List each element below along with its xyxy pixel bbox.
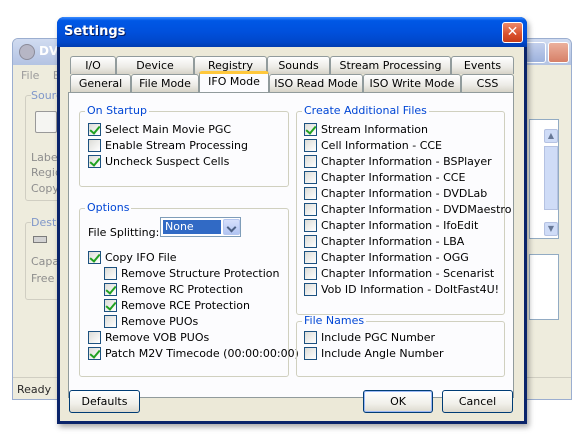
remove-rce-protection-checkbox[interactable]: Remove RCE Protection [104,298,250,312]
enable-stream-processing-checkbox[interactable]: Enable Stream Processing [88,138,248,152]
checkbox-checked-icon [104,298,117,312]
checkbox-unchecked-icon [304,330,317,344]
cancel-button[interactable]: Cancel [442,390,513,413]
remove-vob-puos-checkbox[interactable]: Remove VOB PUOs [88,330,209,344]
chapter-information-dvdlab-checkbox[interactable]: Chapter Information - DVDLab [304,186,487,200]
hard-drive-icon [33,236,47,243]
include-pgc-number-checkbox[interactable]: Include PGC Number [304,330,435,344]
settings-title: Settings [64,24,126,39]
settings-title-bar[interactable]: Settings ✕ [57,17,527,47]
remove-structure-protection-checkbox[interactable]: Remove Structure Protection [104,266,279,280]
file-names-title: File Names [302,314,367,327]
copy-text: Copy [31,182,59,195]
chapter-information-scenarist-checkbox[interactable]: Chapter Information - Scenarist [304,266,494,280]
scroll-down-icon[interactable]: ▼ [544,222,558,236]
menu-file[interactable]: File [21,69,39,82]
chapter-information-bsplayer-checkbox[interactable]: Chapter Information - BSPlayer [304,154,492,168]
checkbox-unchecked-icon [304,250,317,264]
tab-css[interactable]: CSS [461,74,514,92]
defaults-button[interactable]: Defaults [69,390,140,413]
maximize-icon[interactable] [525,42,546,63]
remove-rc-protection-checkbox[interactable]: Remove RC Protection [104,282,243,296]
checkbox-unchecked-icon [304,218,317,232]
capacity-text: Capa [31,255,60,268]
stream-information-checkbox[interactable]: Stream Information [304,122,428,136]
select-main-movie-pgc-checkbox[interactable]: Select Main Movie PGC [88,122,231,136]
tab-general[interactable]: General [70,74,131,92]
status-text: Ready [17,383,52,396]
checkbox-checked-icon [88,122,101,136]
checkbox-unchecked-icon [304,282,317,296]
checkbox-checked-icon [304,122,317,136]
tab-iso-write-mode[interactable]: ISO Write Mode [363,74,461,92]
checkbox-unchecked-icon [88,138,101,152]
checkbox-unchecked-icon [304,138,317,152]
checkbox-unchecked-icon [104,314,117,328]
checkbox-checked-icon [88,250,101,264]
background-list-box [529,254,559,320]
checkbox-unchecked-icon [88,330,101,344]
chapter-information-lba-checkbox[interactable]: Chapter Information - LBA [304,234,464,248]
tab-file-mode[interactable]: File Mode [131,74,199,92]
remove-puos-checkbox[interactable]: Remove PUOs [104,314,198,328]
close-icon: ✕ [506,24,519,40]
chapter-information-ifoedit-checkbox[interactable]: Chapter Information - IfoEdit [304,218,478,232]
checkbox-checked-icon [88,154,101,168]
file-splitting-dropdown[interactable]: None [160,217,241,237]
file-splitting-value: None [163,220,221,234]
destination-label: Desti [31,216,60,229]
tab-io[interactable]: I/O [70,56,116,74]
free-text: Free [31,272,55,285]
checkbox-unchecked-icon [104,266,117,280]
checkbox-unchecked-icon [304,202,317,216]
patch-m2v-timecode-checkbox[interactable]: Patch M2V Timecode (00:00:00:00) [88,346,299,360]
source-drive-icon[interactable] [35,111,57,133]
checkbox-unchecked-icon [304,266,317,280]
close-button[interactable]: ✕ [502,22,523,43]
disc-app-icon [19,44,35,60]
checkbox-checked-icon [104,282,117,296]
tab-stream-processing[interactable]: Stream Processing [330,56,451,74]
copy-ifo-file-checkbox[interactable]: Copy IFO File [88,250,177,264]
checkbox-unchecked-icon [304,170,317,184]
include-angle-number-checkbox[interactable]: Include Angle Number [304,346,444,360]
cell-information-cce-checkbox[interactable]: Cell Information - CCE [304,138,442,152]
ok-button[interactable]: OK [363,390,433,413]
settings-client-area: I/O Device Registry Sounds Stream Proces… [60,47,524,421]
tab-iso-read-mode[interactable]: ISO Read Mode [269,74,363,92]
checkbox-unchecked-icon [304,346,317,360]
options-title: Options [85,201,132,214]
create-additional-files-title: Create Additional Files [302,104,429,117]
tab-ifo-mode[interactable]: IFO Mode [199,71,269,92]
vob-id-information-checkbox[interactable]: Vob ID Information - DoItFast4U! [304,282,499,296]
checkbox-checked-icon [88,346,101,360]
settings-dialog: Settings ✕ I/O Device Registry Sounds St… [57,17,527,424]
scroll-up-icon[interactable]: ▲ [544,129,558,143]
checkbox-unchecked-icon [304,154,317,168]
file-splitting-label: File Splitting: [88,226,160,239]
background-list-scrollbar[interactable]: ▲ ▼ [529,119,559,239]
scroll-thumb[interactable] [544,146,558,210]
chapter-information-ogg-checkbox[interactable]: Chapter Information - OGG [304,250,469,264]
on-startup-title: On Startup [85,104,149,117]
uncheck-suspect-cells-checkbox[interactable]: Uncheck Suspect Cells [88,154,229,168]
tab-events[interactable]: Events [451,56,514,74]
chapter-information-cce-checkbox[interactable]: Chapter Information - CCE [304,170,465,184]
chevron-down-icon[interactable] [223,219,240,235]
tab-sounds[interactable]: Sounds [267,56,330,74]
checkbox-unchecked-icon [304,186,317,200]
tab-device[interactable]: Device [116,56,194,74]
close-icon[interactable] [548,42,569,63]
checkbox-unchecked-icon [304,234,317,248]
chapter-information-dvdmaestro-checkbox[interactable]: Chapter Information - DVDMaestro [304,202,511,216]
